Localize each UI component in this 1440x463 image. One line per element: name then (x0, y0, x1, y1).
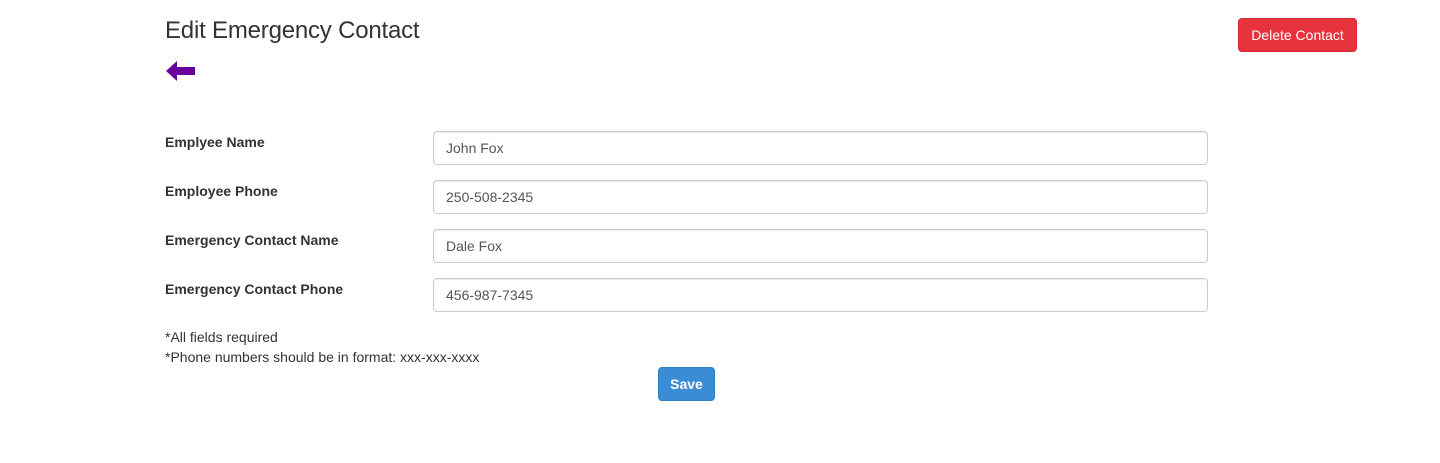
page-title: Edit Emergency Contact (165, 17, 420, 44)
employee-name-input[interactable] (433, 131, 1208, 165)
employee-name-label: Emplyee Name (165, 134, 265, 150)
emergency-contact-phone-row: Emergency Contact Phone (165, 278, 1208, 312)
emergency-contact-phone-input[interactable] (433, 278, 1208, 312)
delete-contact-button[interactable]: Delete Contact (1238, 18, 1357, 52)
arrow-left-icon (165, 59, 197, 83)
employee-phone-row: Employee Phone (165, 180, 1208, 214)
save-button[interactable]: Save (658, 367, 715, 401)
back-link[interactable] (165, 59, 197, 83)
emergency-contact-name-label: Emergency Contact Name (165, 232, 339, 248)
emergency-contact-name-row: Emergency Contact Name (165, 229, 1208, 263)
emergency-contact-name-input[interactable] (433, 229, 1208, 263)
employee-name-row: Emplyee Name (165, 131, 1208, 165)
required-fields-note: *All fields required (165, 329, 278, 345)
emergency-contact-phone-label: Emergency Contact Phone (165, 281, 344, 297)
phone-format-note: *Phone numbers should be in format: xxx-… (165, 349, 480, 365)
employee-phone-input[interactable] (433, 180, 1208, 214)
employee-phone-label: Employee Phone (165, 183, 278, 199)
